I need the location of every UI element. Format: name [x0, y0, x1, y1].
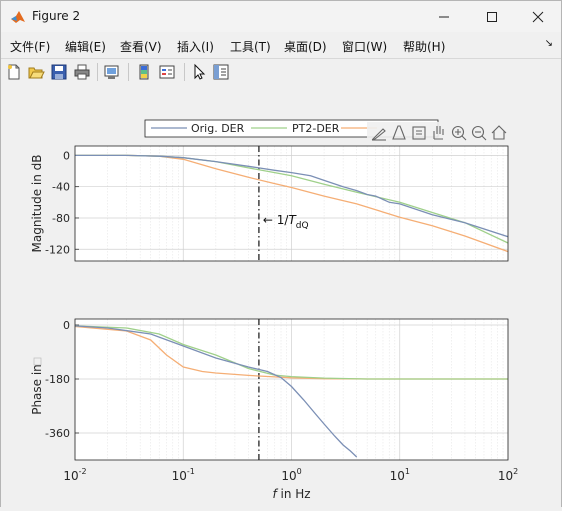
- new-file-icon[interactable]: [5, 63, 23, 81]
- save-icon[interactable]: [50, 63, 68, 81]
- figure-window: Figure 2 文件(F) 编辑(E) 查看(V) 插入(I) 工具(T) 桌…: [0, 0, 562, 507]
- x-tick-label: 10-1: [172, 467, 195, 483]
- y-tick-label: -360: [45, 427, 70, 440]
- y-tick-label: -180: [45, 373, 70, 386]
- title-bar[interactable]: Figure 2: [1, 1, 561, 32]
- menu-tools[interactable]: 工具(T): [230, 38, 271, 55]
- y-tick-label: 0: [63, 319, 70, 332]
- maximize-icon: [487, 11, 497, 22]
- link-plot-icon[interactable]: [103, 63, 121, 81]
- colorbar-icon[interactable]: [135, 63, 153, 81]
- menu-insert[interactable]: 插入(I): [177, 38, 214, 55]
- print-icon[interactable]: [73, 63, 91, 81]
- legend-icon[interactable]: [158, 63, 176, 81]
- magnitude-axes: 0-40-80-120Magnitude in dB ← 1/TdQ: [30, 145, 509, 262]
- y-axis-label: Magnitude in dB: [30, 155, 44, 253]
- x-tick-label: 102: [498, 467, 518, 483]
- minimize-button[interactable]: [421, 1, 467, 32]
- open-folder-icon[interactable]: [27, 63, 45, 81]
- close-icon: [532, 11, 544, 22]
- toolbar-separator: [128, 63, 129, 81]
- legend-entry: Orig. DER: [191, 122, 245, 135]
- menu-overflow-icon[interactable]: ↘: [545, 38, 553, 49]
- minimize-icon: [439, 16, 449, 17]
- x-tick-label: 100: [281, 467, 301, 483]
- y-tick-label: -40: [52, 181, 70, 194]
- menu-window[interactable]: 窗口(W): [342, 38, 387, 55]
- axes-toolbar: [367, 122, 513, 144]
- x-axis-label: f in Hz: [272, 487, 310, 501]
- legend-entry: PT2-DER: [292, 122, 340, 135]
- toolbar-separator: [184, 63, 185, 81]
- close-button[interactable]: [515, 1, 561, 32]
- bode-plot[interactable]: 0-40-80-120Magnitude in dB ← 1/TdQ0-180-3…: [1, 85, 561, 507]
- menu-view[interactable]: 查看(V): [120, 38, 162, 55]
- phase-axes: 0 -180 -360Phase in 10-2 10-1 100 101 102 f in H…: [30, 318, 518, 501]
- y-tick-label: -120: [45, 243, 70, 256]
- menu-file[interactable]: 文件(F): [10, 38, 50, 55]
- menu-help[interactable]: 帮助(H): [403, 38, 445, 55]
- menu-edit[interactable]: 编辑(E): [65, 38, 106, 55]
- x-tick-label: 101: [390, 467, 410, 483]
- property-inspector-icon[interactable]: [212, 63, 230, 81]
- y-axis-label: Phase in: [30, 364, 44, 415]
- toolbar-separator: [97, 63, 98, 81]
- figure-toolbar: [1, 58, 561, 86]
- menu-desktop[interactable]: 桌面(D): [284, 38, 327, 55]
- window-title: Figure 2: [32, 9, 81, 23]
- menu-bar: 文件(F) 编辑(E) 查看(V) 插入(I) 工具(T) 桌面(D) 窗口(W…: [1, 34, 561, 56]
- pointer-icon[interactable]: [190, 63, 208, 81]
- missing-glyph-icon: [33, 357, 42, 366]
- matlab-icon: [11, 11, 25, 23]
- y-tick-label: -80: [52, 212, 70, 225]
- y-tick-label: 0: [63, 149, 70, 162]
- figure-canvas: 0 -40 -80 -120 Magnitude in dB ← 1/TdQ 0 -180 -3…: [1, 85, 561, 507]
- x-tick-label: 10-2: [63, 467, 86, 483]
- maximize-button[interactable]: [469, 1, 515, 32]
